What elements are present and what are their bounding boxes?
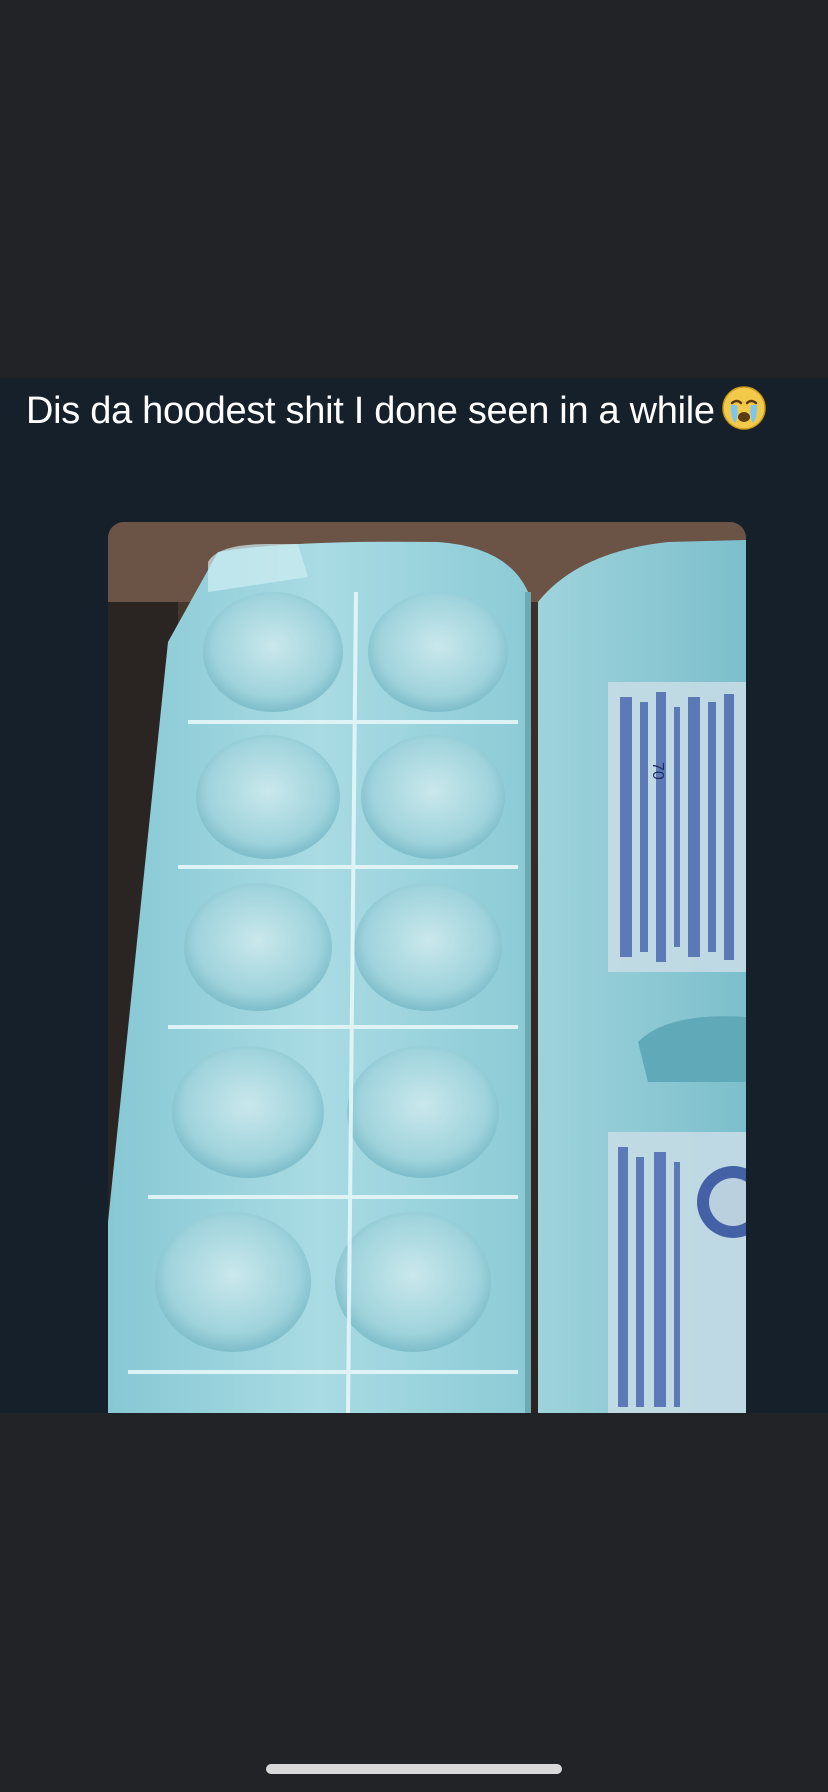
tweet-text-content: Dis da hoodest shit I done seen in a whi… [26, 390, 715, 432]
screen: Dis da hoodest shit I done seen in a whi… [0, 0, 828, 1792]
tweet-text: Dis da hoodest shit I done seen in a whi… [26, 382, 786, 440]
crying-face-emoji-icon [721, 385, 767, 431]
home-indicator[interactable] [266, 1764, 562, 1774]
tweet-panel: Dis da hoodest shit I done seen in a whi… [0, 378, 828, 1413]
tweet-photo[interactable]: 70 [108, 522, 746, 1413]
carton-number: 70 [649, 762, 666, 780]
egg-carton-ice-tray-photo: 70 [108, 522, 746, 1413]
